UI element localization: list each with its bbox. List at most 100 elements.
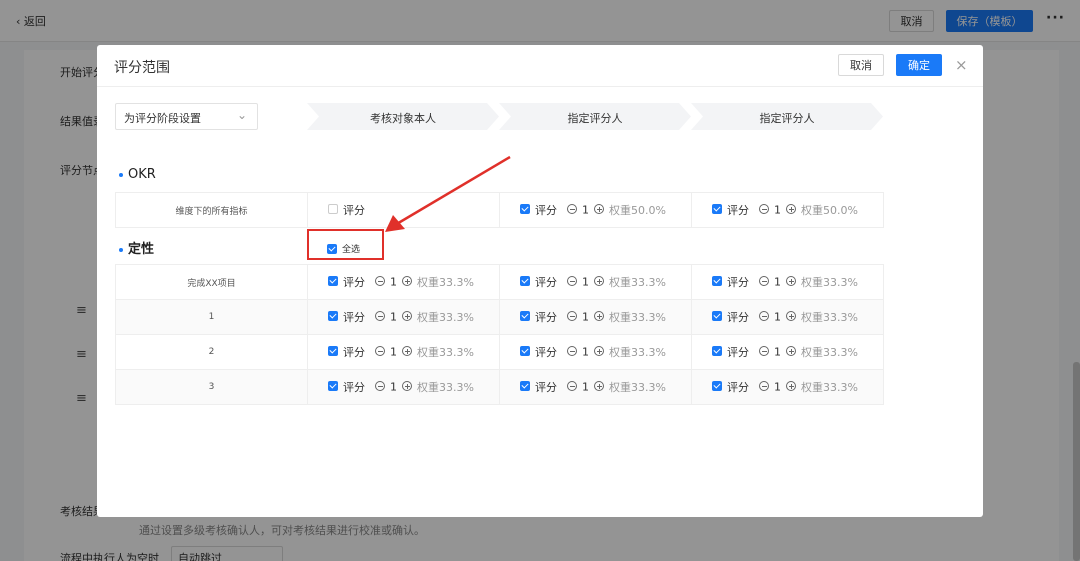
- table-row: 1 评分 1 权重33.3% 评分 1 权重33.3% 评分 1 权重33.3%: [115, 299, 884, 335]
- plus-circle-icon[interactable]: [402, 346, 412, 356]
- minus-circle-icon[interactable]: [759, 311, 769, 321]
- plus-circle-icon[interactable]: [786, 311, 796, 321]
- score-label: 评分: [343, 311, 365, 324]
- checkbox-checked-icon[interactable]: [712, 204, 722, 214]
- stage-step-label: 考核对象本人: [370, 112, 436, 125]
- checkbox-checked-icon[interactable]: [328, 276, 338, 286]
- minus-circle-icon[interactable]: [567, 381, 577, 391]
- checkbox-unchecked-icon[interactable]: [328, 204, 338, 214]
- rater-count: 1: [390, 310, 397, 324]
- minus-circle-icon[interactable]: [375, 381, 385, 391]
- rater-count: 1: [774, 380, 781, 394]
- minus-circle-icon[interactable]: [375, 346, 385, 356]
- checkbox-checked-icon[interactable]: [712, 276, 722, 286]
- plus-circle-icon[interactable]: [402, 381, 412, 391]
- plus-circle-icon[interactable]: [594, 311, 604, 321]
- rater-count: 1: [582, 380, 589, 394]
- weight-value: 权重33.3%: [609, 276, 666, 289]
- highlight-box: [307, 229, 384, 260]
- rater-count: 1: [390, 275, 397, 289]
- minus-circle-icon[interactable]: [375, 276, 385, 286]
- score-label: 评分: [343, 276, 365, 289]
- modal-confirm-button[interactable]: 确定: [896, 54, 942, 76]
- score-cell: 评分 1 权重33.3%: [307, 264, 500, 300]
- checkbox-checked-icon[interactable]: [520, 204, 530, 214]
- modal-cancel-button[interactable]: 取消: [838, 54, 884, 76]
- minus-circle-icon[interactable]: [567, 346, 577, 356]
- checkbox-checked-icon[interactable]: [520, 311, 530, 321]
- table-row: 2 评分 1 权重33.3% 评分 1 权重33.3% 评分 1 权重33.3%: [115, 334, 884, 370]
- score-cell: 评分 1 权重33.3%: [307, 299, 500, 335]
- score-label: 评分: [727, 204, 749, 217]
- stage-select[interactable]: 为评分阶段设置 ⌄: [115, 103, 258, 130]
- weight-value: 权重50.0%: [609, 204, 666, 217]
- score-label: 评分: [535, 276, 557, 289]
- score-cell: 评分 1 权重33.3%: [691, 369, 884, 405]
- checkbox-checked-icon[interactable]: [328, 346, 338, 356]
- annotation-arrow-icon: [385, 155, 511, 232]
- stage-step-rater-1: 指定评分人: [499, 103, 691, 130]
- minus-circle-icon[interactable]: [759, 346, 769, 356]
- modal-header: 评分范围 取消 确定 ×: [97, 45, 983, 87]
- weight-value: 权重33.3%: [417, 276, 474, 289]
- indicator-name: 完成XX项目: [115, 264, 308, 300]
- plus-circle-icon[interactable]: [594, 346, 604, 356]
- stage-select-value: 为评分阶段设置: [124, 112, 201, 125]
- plus-circle-icon[interactable]: [402, 276, 412, 286]
- checkbox-checked-icon[interactable]: [328, 311, 338, 321]
- modal-title: 评分范围: [114, 60, 170, 76]
- stage-step-rater-2: 指定评分人: [691, 103, 883, 130]
- score-cell: 评分 1 权重33.3%: [499, 299, 692, 335]
- minus-circle-icon[interactable]: [567, 311, 577, 321]
- plus-circle-icon[interactable]: [594, 381, 604, 391]
- rater-count: 1: [390, 345, 397, 359]
- score-label: 评分: [535, 311, 557, 324]
- minus-circle-icon[interactable]: [567, 276, 577, 286]
- plus-circle-icon[interactable]: [786, 204, 796, 214]
- score-cell: 评分 1 权重33.3%: [307, 369, 500, 405]
- section-title-qualitative: 定性: [119, 238, 154, 257]
- score-cell: 评分 1 权重33.3%: [499, 334, 692, 370]
- indicator-name: 1: [115, 299, 308, 335]
- weight-value: 权重33.3%: [417, 346, 474, 359]
- score-label: 评分: [535, 204, 557, 217]
- score-cell: 评分 1 权重33.3%: [499, 369, 692, 405]
- weight-value: 权重33.3%: [417, 381, 474, 394]
- table-row: 完成XX项目 评分 1 权重33.3% 评分 1 权重33.3% 评分 1 权重33.3%: [115, 264, 884, 300]
- score-label: 评分: [727, 381, 749, 394]
- bullet-dot-icon: [119, 247, 123, 252]
- checkbox-checked-icon[interactable]: [328, 381, 338, 391]
- checkbox-checked-icon[interactable]: [712, 311, 722, 321]
- minus-circle-icon[interactable]: [567, 204, 577, 214]
- stage-step-label: 指定评分人: [567, 112, 623, 125]
- plus-circle-icon[interactable]: [786, 276, 796, 286]
- minus-circle-icon[interactable]: [375, 311, 385, 321]
- rater-count: 1: [582, 203, 589, 217]
- close-icon[interactable]: ×: [955, 56, 968, 74]
- weight-value: 权重50.0%: [801, 204, 858, 217]
- score-label: 评分: [727, 276, 749, 289]
- plus-circle-icon[interactable]: [594, 276, 604, 286]
- qualitative-table: 完成XX项目 评分 1 权重33.3% 评分 1 权重33.3% 评分 1 权重33.3% 1 评分 1…: [115, 264, 884, 405]
- plus-circle-icon[interactable]: [786, 381, 796, 391]
- minus-circle-icon[interactable]: [759, 276, 769, 286]
- checkbox-checked-icon[interactable]: [712, 381, 722, 391]
- minus-circle-icon[interactable]: [759, 381, 769, 391]
- plus-circle-icon[interactable]: [594, 204, 604, 214]
- checkbox-checked-icon[interactable]: [520, 381, 530, 391]
- section-title-text: OKR: [128, 167, 156, 182]
- plus-circle-icon[interactable]: [786, 346, 796, 356]
- checkbox-checked-icon[interactable]: [712, 346, 722, 356]
- weight-value: 权重33.3%: [417, 311, 474, 324]
- score-cell: 评分 1 权重33.3%: [499, 264, 692, 300]
- score-cell: 评分 1 权重50.0%: [499, 192, 692, 228]
- weight-value: 权重33.3%: [801, 276, 858, 289]
- weight-value: 权重33.3%: [609, 346, 666, 359]
- score-label: 评分: [727, 311, 749, 324]
- table-row: 3 评分 1 权重33.3% 评分 1 权重33.3% 评分 1 权重33.3%: [115, 369, 884, 405]
- rater-count: 1: [582, 345, 589, 359]
- plus-circle-icon[interactable]: [402, 311, 412, 321]
- minus-circle-icon[interactable]: [759, 204, 769, 214]
- checkbox-checked-icon[interactable]: [520, 346, 530, 356]
- checkbox-checked-icon[interactable]: [520, 276, 530, 286]
